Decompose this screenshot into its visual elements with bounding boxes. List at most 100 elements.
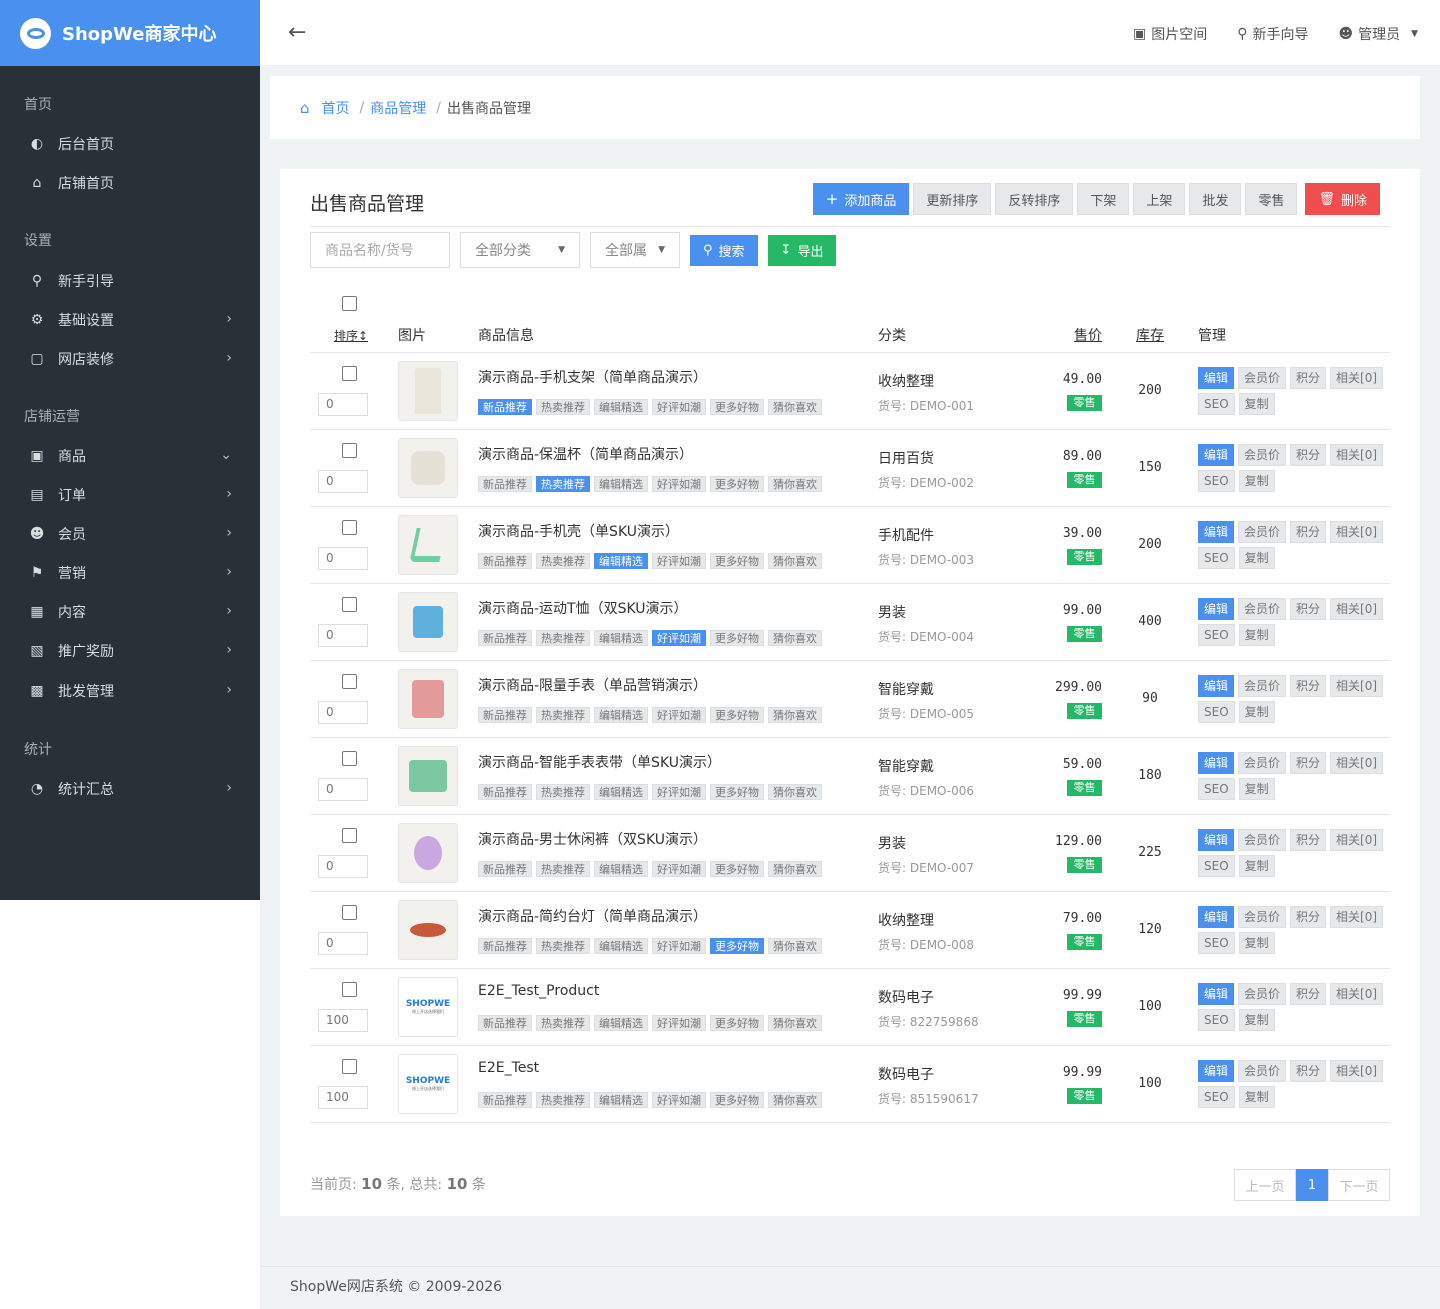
row-checkbox[interactable] — [342, 828, 357, 843]
tag-toggle[interactable]: 猜你喜欢 — [768, 399, 822, 415]
attribute-select[interactable]: 全部属 ▼ — [590, 232, 680, 268]
sidebar-item[interactable]: ▧ 推广奖励 › — [0, 631, 260, 670]
tag-toggle[interactable]: 更多好物 — [710, 938, 764, 954]
product-thumbnail[interactable] — [398, 361, 458, 421]
seo-button[interactable]: SEO — [1198, 547, 1235, 569]
copy-button[interactable]: 复制 — [1238, 1086, 1275, 1108]
tag-toggle[interactable]: 猜你喜欢 — [768, 707, 822, 723]
edit-button[interactable]: 编辑 — [1198, 829, 1235, 851]
points-button[interactable]: 积分 — [1290, 444, 1327, 466]
sort-header[interactable]: 排序↕ — [334, 327, 368, 344]
copy-button[interactable]: 复制 — [1238, 778, 1275, 800]
tag-toggle[interactable]: 好评如潮 — [652, 1092, 706, 1108]
reverse-sort-button[interactable]: 反转排序 — [995, 183, 1074, 215]
tag-toggle[interactable]: 更多好物 — [710, 1092, 764, 1108]
member-price-button[interactable]: 会员价 — [1238, 675, 1287, 697]
product-name[interactable]: 演示商品-智能手表表带（单SKU演示） — [478, 752, 721, 772]
sidebar-item[interactable]: ⚑ 营销 › — [0, 553, 260, 592]
seo-button[interactable]: SEO — [1198, 932, 1235, 954]
tag-toggle[interactable]: 编辑精选 — [594, 630, 648, 646]
tag-toggle[interactable]: 更多好物 — [710, 1015, 764, 1031]
sidebar-item[interactable]: ▣ 商品 ⌄ — [0, 436, 260, 475]
sort-input[interactable]: 0 — [318, 855, 368, 878]
row-checkbox[interactable] — [342, 751, 357, 766]
edit-button[interactable]: 编辑 — [1198, 1060, 1235, 1082]
tag-toggle[interactable]: 新品推荐 — [478, 553, 532, 569]
tag-toggle[interactable]: 编辑精选 — [594, 707, 648, 723]
points-button[interactable]: 积分 — [1290, 598, 1327, 620]
related-button[interactable]: 相关[0] — [1330, 675, 1384, 697]
sidebar-item[interactable]: ◔ 统计汇总 › — [0, 769, 260, 808]
member-price-button[interactable]: 会员价 — [1238, 521, 1287, 543]
tag-toggle[interactable]: 好评如潮 — [652, 707, 706, 723]
tag-toggle[interactable]: 编辑精选 — [594, 1092, 648, 1108]
points-button[interactable]: 积分 — [1290, 675, 1327, 697]
tag-toggle[interactable]: 热卖推荐 — [536, 938, 590, 954]
tag-toggle[interactable]: 猜你喜欢 — [768, 476, 822, 492]
sidebar-item[interactable]: ▦ 内容 › — [0, 592, 260, 631]
tag-toggle[interactable]: 猜你喜欢 — [768, 630, 822, 646]
edit-button[interactable]: 编辑 — [1198, 983, 1235, 1005]
tag-toggle[interactable]: 热卖推荐 — [536, 399, 590, 415]
export-button[interactable]: ↧ 导出 — [767, 234, 837, 266]
seo-button[interactable]: SEO — [1198, 1086, 1235, 1108]
tag-toggle[interactable]: 新品推荐 — [478, 1015, 532, 1031]
seo-button[interactable]: SEO — [1198, 701, 1235, 723]
user-menu[interactable]: ☻ 管理员 ▼ — [1338, 24, 1418, 44]
tag-toggle[interactable]: 编辑精选 — [594, 784, 648, 800]
sidebar-item[interactable]: ⚙ 基础设置 › — [0, 300, 260, 339]
related-button[interactable]: 相关[0] — [1330, 829, 1384, 851]
seo-button[interactable]: SEO — [1198, 624, 1235, 646]
product-thumbnail[interactable]: SHOPWE 线上开店选择我们 — [398, 977, 458, 1037]
member-price-button[interactable]: 会员价 — [1238, 444, 1287, 466]
sort-input[interactable]: 0 — [318, 393, 368, 416]
delete-button[interactable]: 🗑 删除 — [1305, 183, 1380, 215]
tag-toggle[interactable]: 猜你喜欢 — [768, 1092, 822, 1108]
edit-button[interactable]: 编辑 — [1198, 444, 1235, 466]
stock-header[interactable]: 库存 — [1136, 325, 1164, 345]
tag-toggle[interactable]: 好评如潮 — [652, 399, 706, 415]
seo-button[interactable]: SEO — [1198, 470, 1235, 492]
tag-toggle[interactable]: 更多好物 — [710, 630, 764, 646]
points-button[interactable]: 积分 — [1290, 1060, 1327, 1082]
tag-toggle[interactable]: 热卖推荐 — [536, 476, 590, 492]
product-name[interactable]: 演示商品-男士休闲裤（双SKU演示） — [478, 829, 707, 849]
breadcrumb-home[interactable]: 首页 — [322, 98, 350, 118]
tag-toggle[interactable]: 编辑精选 — [594, 399, 648, 415]
sort-input[interactable]: 0 — [318, 470, 368, 493]
tag-toggle[interactable]: 热卖推荐 — [536, 707, 590, 723]
seo-button[interactable]: SEO — [1198, 855, 1235, 877]
tag-toggle[interactable]: 猜你喜欢 — [768, 1015, 822, 1031]
points-button[interactable]: 积分 — [1290, 906, 1327, 928]
tag-toggle[interactable]: 更多好物 — [710, 707, 764, 723]
page-1-button[interactable]: 1 — [1296, 1169, 1328, 1201]
tag-toggle[interactable]: 更多好物 — [710, 784, 764, 800]
select-all-checkbox[interactable] — [342, 296, 357, 311]
copy-button[interactable]: 复制 — [1238, 701, 1275, 723]
add-goods-button[interactable]: + 添加商品 — [812, 183, 910, 215]
related-button[interactable]: 相关[0] — [1330, 1060, 1384, 1082]
seo-button[interactable]: SEO — [1198, 778, 1235, 800]
tag-toggle[interactable]: 编辑精选 — [594, 476, 648, 492]
member-price-button[interactable]: 会员价 — [1238, 367, 1287, 389]
member-price-button[interactable]: 会员价 — [1238, 829, 1287, 851]
sort-input[interactable]: 0 — [318, 701, 368, 724]
tag-toggle[interactable]: 好评如潮 — [652, 553, 706, 569]
tag-toggle[interactable]: 编辑精选 — [594, 1015, 648, 1031]
guide-link[interactable]: ⚲ 新手向导 — [1237, 24, 1308, 44]
brand-logo[interactable]: ShopWe商家中心 — [0, 0, 260, 66]
gallery-link[interactable]: ▣ 图片空间 — [1133, 24, 1207, 44]
row-checkbox[interactable] — [342, 443, 357, 458]
row-checkbox[interactable] — [342, 905, 357, 920]
sort-input[interactable]: 100 — [318, 1086, 368, 1109]
product-name[interactable]: 演示商品-保温杯（简单商品演示） — [478, 444, 693, 464]
seo-button[interactable]: SEO — [1198, 393, 1235, 415]
member-price-button[interactable]: 会员价 — [1238, 906, 1287, 928]
search-input[interactable]: 商品名称/货号 — [310, 232, 450, 268]
product-name[interactable]: 演示商品-运动T恤（双SKU演示） — [478, 598, 688, 618]
points-button[interactable]: 积分 — [1290, 829, 1327, 851]
product-thumbnail[interactable] — [398, 438, 458, 498]
sidebar-item[interactable]: ⌂ 店铺首页 — [0, 163, 260, 202]
row-checkbox[interactable] — [342, 1059, 357, 1074]
product-thumbnail[interactable]: SHOPWE 线上开店选择我们 — [398, 1054, 458, 1114]
